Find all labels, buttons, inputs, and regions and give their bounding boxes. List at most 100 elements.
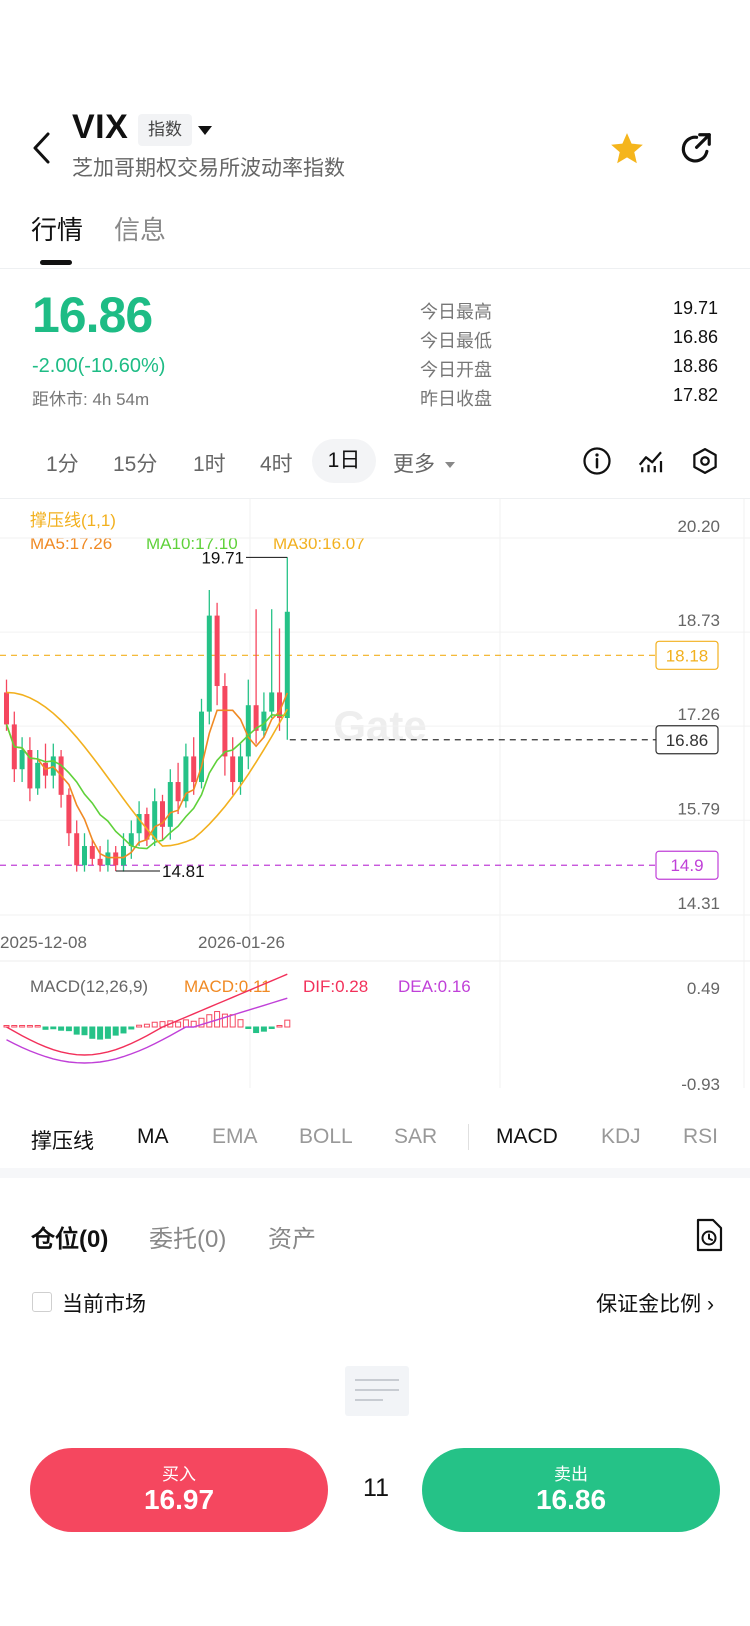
stat-label-open: 今日开盘	[420, 360, 492, 380]
symbol-switch-caret[interactable]	[196, 124, 214, 138]
indicator-boll[interactable]: BOLL	[299, 1125, 353, 1149]
y-tick-label: 18.73	[677, 611, 720, 630]
tab-positions[interactable]: 仓位(0)	[31, 1219, 108, 1254]
back-button[interactable]	[28, 128, 56, 168]
ma30-label: MA30:16.07	[273, 534, 365, 553]
macd-histogram-bar	[34, 1025, 41, 1028]
dea-line	[6, 997, 288, 1064]
y-tick-label: 15.79	[677, 799, 720, 818]
macd-histogram-bar	[143, 1023, 150, 1028]
price-tag-label: 18.18	[666, 646, 709, 665]
period-15m[interactable]: 15分	[113, 448, 157, 478]
macd-histogram-bar	[3, 1025, 10, 1028]
macd-histogram-bar	[229, 1014, 236, 1028]
current-market-checkbox[interactable]	[32, 1292, 52, 1312]
period-1m[interactable]: 1分	[46, 448, 79, 478]
macd-histogram-bar	[245, 1026, 252, 1029]
high-label: 19.71	[201, 548, 244, 567]
candle-body	[113, 852, 119, 866]
macd-histogram-bar	[42, 1026, 49, 1030]
y-tick-label: 20.20	[677, 517, 720, 536]
macd-histogram-bar	[26, 1025, 33, 1028]
stat-label-prev-close: 昨日收盘	[420, 389, 492, 409]
macd-y-bottom: -0.93	[681, 1075, 720, 1094]
last-price: 16.86	[32, 287, 153, 343]
price-tag-label: 16.86	[666, 731, 709, 750]
macd-histogram-bar	[11, 1025, 18, 1028]
share-icon	[681, 133, 711, 163]
stat-label-low: 今日最低	[420, 331, 492, 351]
indicator-divider	[468, 1124, 469, 1150]
candle-body	[245, 705, 251, 757]
active-tab-indicator	[40, 260, 72, 265]
period-1h[interactable]: 1时	[193, 448, 226, 478]
sell-button[interactable]: 卖出 16.86	[422, 1448, 720, 1532]
ma5-label: MA5:17.26	[30, 534, 112, 553]
dea-value: DEA:0.16	[398, 977, 471, 996]
buy-label: 买入	[162, 1465, 196, 1484]
macd-histogram-bar	[120, 1026, 127, 1034]
tab-orders[interactable]: 委托(0)	[149, 1219, 226, 1254]
macd-histogram-bar	[104, 1026, 111, 1039]
candle-body	[214, 615, 220, 687]
indicator-ma[interactable]: MA	[137, 1125, 169, 1149]
macd-histogram-bar	[253, 1026, 260, 1034]
macd-histogram-bar	[237, 1019, 244, 1028]
indicator-title: 撑压线(1,1)	[30, 511, 116, 530]
current-market-label: 当前市场	[62, 1293, 146, 1316]
candle-body	[35, 762, 41, 789]
y-tick-label: 14.31	[677, 894, 720, 913]
caret-down-icon	[444, 457, 456, 468]
share-button[interactable]	[676, 130, 714, 168]
indicator-macd[interactable]: MACD	[496, 1125, 558, 1149]
candle-body	[152, 801, 158, 840]
indicator-kdj[interactable]: KDJ	[601, 1125, 641, 1149]
macd-histogram-bar	[276, 1025, 283, 1028]
buy-button[interactable]: 买入 16.97	[30, 1448, 328, 1532]
indicator-support-resistance[interactable]: 撑压线	[31, 1125, 94, 1155]
tab-info[interactable]: 信息	[114, 210, 166, 247]
price-chart[interactable]: Gate 撑压线(1,1) MA5:17.26 MA10:17.10 MA30:…	[0, 498, 750, 1108]
indicator-ema[interactable]: EMA	[212, 1125, 258, 1149]
order-history-button[interactable]	[694, 1218, 724, 1252]
tab-market[interactable]: 行情	[31, 210, 83, 247]
caret-down-icon	[198, 126, 212, 135]
candle-body	[284, 611, 290, 719]
low-label: 14.81	[162, 862, 205, 881]
tab-assets[interactable]: 资产	[268, 1219, 316, 1254]
macd-histogram-bar	[136, 1024, 143, 1028]
empty-state-illustration	[345, 1366, 409, 1416]
macd-histogram-bar	[128, 1026, 135, 1030]
candle-body	[4, 692, 9, 725]
favorite-button[interactable]	[608, 130, 646, 168]
y-tick-label: 17.26	[677, 705, 720, 724]
x-label-start: 2025-12-08	[0, 933, 87, 952]
candle-body	[167, 782, 173, 827]
candle-body	[97, 858, 103, 866]
chart-settings-button[interactable]	[690, 446, 720, 476]
stat-value-low: 16.86	[672, 327, 718, 347]
period-1d[interactable]: 1日	[312, 439, 376, 483]
sell-label: 卖出	[554, 1465, 588, 1484]
gate-watermark: Gate	[333, 702, 426, 749]
stat-label-high: 今日最高	[420, 302, 492, 322]
macd-histogram-bar	[73, 1026, 80, 1035]
symbol-full-name: 芝加哥期权交易所波动率指数	[72, 157, 345, 180]
period-4h[interactable]: 4时	[260, 448, 293, 478]
market-close-countdown: 距休市: 4h 54m	[32, 390, 150, 409]
candle-body	[19, 750, 25, 770]
period-more[interactable]: 更多	[393, 448, 435, 478]
indicator-rsi[interactable]: RSI	[683, 1125, 718, 1149]
divider	[0, 268, 750, 269]
margin-ratio-link[interactable]: 保证金比例 ›	[596, 1288, 714, 1318]
x-label-mid: 2026-01-26	[198, 933, 285, 952]
chart-type-button[interactable]	[636, 446, 666, 476]
macd-y-top: 0.49	[687, 979, 720, 998]
candle-body	[66, 794, 72, 834]
indicator-sar[interactable]: SAR	[394, 1125, 437, 1149]
macd-histogram-bar	[182, 1019, 189, 1028]
star-icon	[611, 133, 643, 164]
macd-histogram-bar	[50, 1026, 57, 1030]
info-button[interactable]	[582, 446, 612, 476]
macd-histogram-bar	[151, 1021, 158, 1028]
